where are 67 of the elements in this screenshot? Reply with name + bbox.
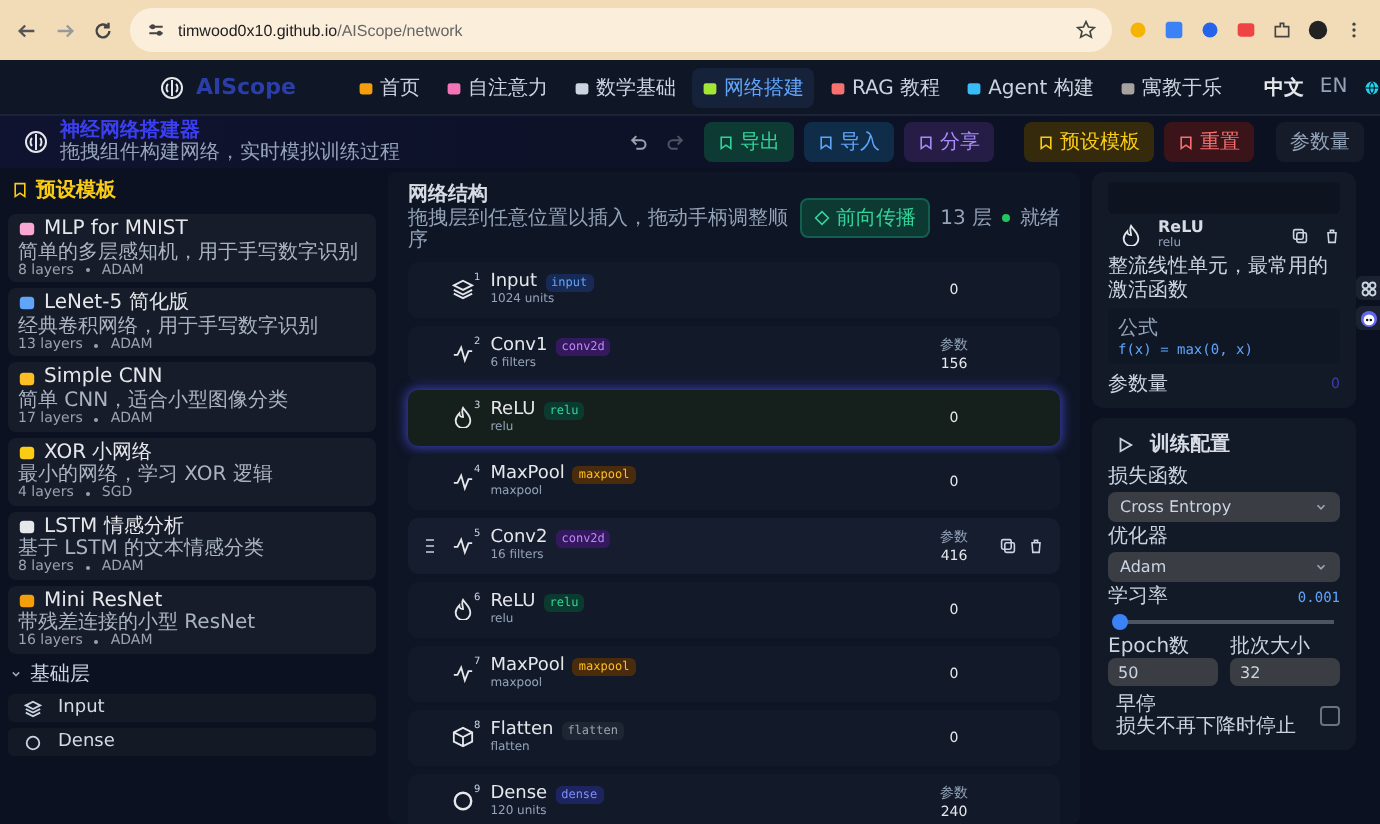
layer-count: 13 层 bbox=[940, 206, 992, 233]
nav-link[interactable]: 网络搭建 bbox=[691, 67, 814, 107]
layer-name: MaxPool bbox=[490, 656, 565, 676]
formula-label: 公式 bbox=[1118, 315, 1160, 343]
layer-name: ReLU bbox=[1158, 220, 1204, 237]
card-title: 训练配置 bbox=[1150, 431, 1230, 459]
option-hint: 损失不再下降时停止 bbox=[1116, 716, 1298, 739]
field-label: Epoch数 bbox=[1108, 636, 1192, 659]
share-button[interactable]: 分享 bbox=[904, 122, 994, 162]
import-button[interactable]: 导入 bbox=[804, 122, 894, 162]
template-name: XOR 小网络 bbox=[44, 441, 153, 464]
section-heading: 预设模板 bbox=[36, 177, 116, 204]
field-label: 学习率 bbox=[1108, 586, 1168, 609]
layer-description: 整流线性单元，最常用的激活函数 bbox=[1108, 256, 1330, 303]
template-description: 简单 CNN，适合小型图像分类 bbox=[18, 389, 291, 412]
optimizer-select[interactable]: Adam bbox=[1108, 552, 1340, 583]
template-description: 最小的网络，学习 XOR 逻辑 bbox=[18, 464, 275, 487]
palette-label: Input bbox=[58, 698, 105, 719]
status-text: 就绪 bbox=[1020, 205, 1060, 233]
param-count-label: 参数量 bbox=[1290, 132, 1350, 154]
layer-name: Flatten bbox=[490, 720, 554, 740]
url-text: timwood0x10.github.io/AIScope/network bbox=[178, 21, 465, 39]
template-description: 简单的多层感知机，用于手写数字识别 bbox=[18, 241, 360, 263]
nav-link[interactable]: RAG 教程 bbox=[819, 67, 951, 107]
layer-name: Conv2 bbox=[490, 528, 548, 548]
page-title: 神经网络搭建器 bbox=[60, 120, 202, 142]
language-option[interactable]: 中文 bbox=[1263, 73, 1304, 101]
nav-link[interactable]: Agent 构建 bbox=[956, 67, 1104, 107]
panel-subtitle: 拖拽层到任意位置以插入，拖动手柄调整顺序 bbox=[408, 207, 790, 253]
field-label: 优化器 bbox=[1108, 526, 1170, 549]
batch-size-field[interactable]: 32 bbox=[1230, 658, 1340, 687]
layer-name: Conv1 bbox=[490, 336, 548, 356]
nav-link[interactable]: 寓教于乐 bbox=[1109, 67, 1232, 107]
language-option[interactable]: EN bbox=[1319, 76, 1348, 98]
template-description: 基于 LSTM 的文本情感分类 bbox=[18, 538, 267, 561]
panel-title: 网络结构 bbox=[408, 184, 490, 207]
template-name: Mini ResNet bbox=[44, 589, 163, 612]
layer-name: Dense bbox=[490, 784, 548, 804]
param-label: 参数量 bbox=[1108, 371, 1168, 399]
option-label: 早停 bbox=[1116, 694, 1156, 717]
template-name: MLP for MNIST bbox=[44, 218, 188, 241]
epochs-field[interactable]: 50 bbox=[1108, 658, 1218, 687]
nav-link[interactable]: 自注意力 bbox=[435, 67, 558, 107]
palette-label: Dense bbox=[58, 732, 115, 753]
nav-link[interactable]: 首页 bbox=[347, 67, 430, 107]
section-label[interactable]: 基础层 bbox=[30, 660, 90, 689]
palette-item[interactable]: Input bbox=[8, 694, 376, 723]
export-button[interactable]: 导出 bbox=[704, 122, 794, 162]
reset-button[interactable]: 重置 bbox=[1164, 122, 1254, 162]
forward-pass-button[interactable]: 前向传播 bbox=[800, 198, 931, 239]
layer-name: ReLU bbox=[490, 592, 536, 612]
field-label: 损失函数 bbox=[1108, 466, 1190, 489]
address-bar[interactable]: timwood0x10.github.io/AIScope/network bbox=[130, 8, 1112, 52]
layer-name: Input bbox=[490, 272, 537, 292]
layer-name: ReLU bbox=[490, 400, 536, 420]
template-description: 带残差连接的小型 ResNet bbox=[18, 612, 258, 635]
palette-item[interactable]: Dense bbox=[8, 728, 376, 757]
layer-name: MaxPool bbox=[490, 464, 565, 484]
template-name: Simple CNN bbox=[44, 366, 163, 389]
nav-link[interactable]: 数学基础 bbox=[563, 67, 686, 107]
field-label: 批次大小 bbox=[1230, 636, 1312, 659]
template-name: LSTM 情感分析 bbox=[44, 515, 184, 538]
templates-button[interactable]: 预设模板 bbox=[1024, 122, 1154, 162]
page-subtitle: 拖拽组件构建网络，实时模拟训练过程 bbox=[60, 142, 400, 164]
template-description: 经典卷积网络，用于手写数字识别 bbox=[18, 315, 320, 338]
template-name: LeNet-5 简化版 bbox=[44, 292, 189, 315]
loss-select[interactable]: Cross Entropy bbox=[1108, 492, 1340, 523]
